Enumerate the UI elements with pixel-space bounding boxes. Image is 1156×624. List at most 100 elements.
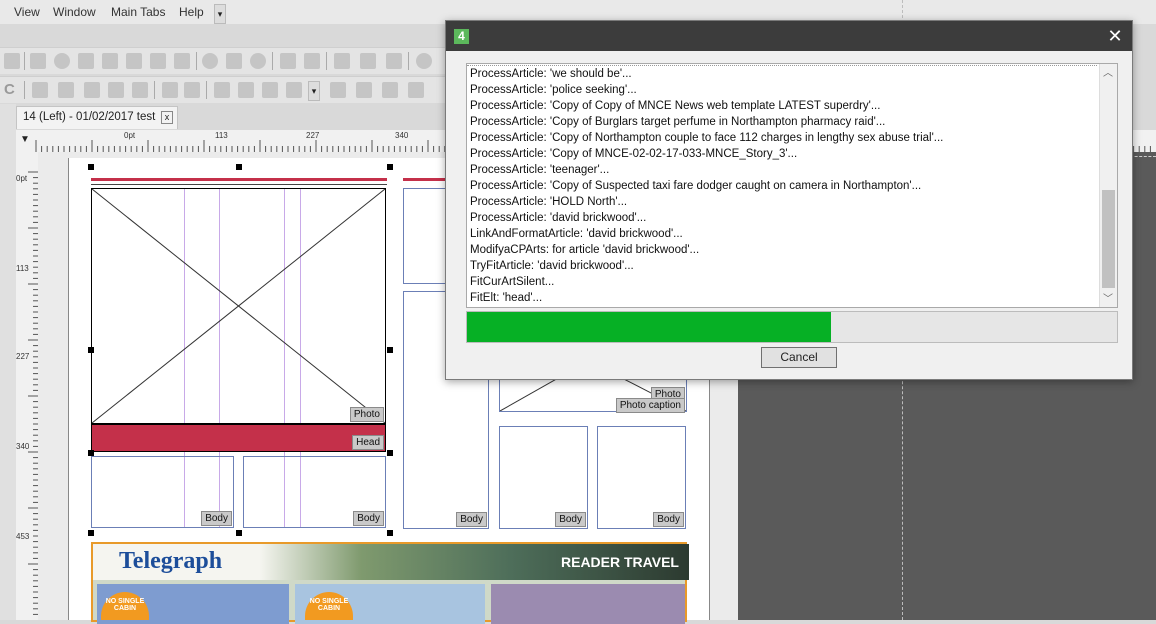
scroll-up-icon[interactable]: ︿ (1103, 64, 1113, 79)
justify-all-icon[interactable] (132, 82, 148, 98)
body-frame[interactable]: Body (243, 456, 386, 528)
body-frame[interactable]: Body (499, 426, 588, 529)
arrow-left-icon[interactable] (360, 53, 376, 69)
vertical-ruler[interactable]: 0pt 113 227 340 453 (16, 152, 39, 620)
justify-icon[interactable] (108, 82, 124, 98)
scroll-down-icon[interactable]: ﹀ (1103, 290, 1113, 305)
globe-alt-icon[interactable] (250, 53, 266, 69)
align-left-icon[interactable] (32, 82, 48, 98)
log-scrollbar[interactable]: ︿ ﹀ (1099, 64, 1117, 307)
menu-window[interactable]: Window (53, 5, 96, 19)
selection-handle[interactable] (387, 450, 393, 456)
body-frame-tag: Body (201, 511, 232, 526)
globe-icon[interactable] (54, 53, 70, 69)
photo-frame[interactable]: Photo (91, 188, 386, 424)
log-listbox[interactable]: ProcessArticle: 'we should be'... Process… (466, 63, 1118, 308)
ruler-label: 0pt (124, 131, 136, 140)
copy-icon[interactable] (126, 53, 142, 69)
body-frame[interactable]: Body (91, 456, 234, 528)
headline-frame[interactable]: Head (91, 424, 386, 452)
log-line: ProcessArticle: 'teenager'... (470, 164, 610, 176)
log-line: LinkAndFormatArticle: 'david brickwood'.… (470, 228, 683, 240)
toolbar-separator (408, 52, 409, 70)
dashed-guide (1130, 156, 1156, 157)
align-right-icon[interactable] (84, 82, 100, 98)
save-icon[interactable] (174, 53, 190, 69)
ruler-ticks (28, 171, 38, 615)
top-thin-rule (91, 184, 387, 185)
document-tab[interactable]: 14 (Left) - 01/02/2017 test x (16, 106, 178, 129)
dialog-titlebar[interactable]: 4 ✕ (446, 21, 1132, 51)
selection-handle[interactable] (387, 530, 393, 536)
toolbar-separator (24, 81, 25, 99)
arrow-right-icon[interactable] (386, 53, 402, 69)
frame-icon[interactable] (4, 53, 20, 69)
app-badge-icon: 4 (454, 29, 469, 44)
menu-main-tabs[interactable]: Main Tabs (111, 5, 165, 19)
user-lock-icon[interactable] (304, 53, 320, 69)
p-icon[interactable] (226, 53, 242, 69)
log-line: ProcessArticle: 'Copy of MNCE-02-02-17-0… (470, 148, 798, 160)
up-icon[interactable] (286, 82, 302, 98)
selection-handle[interactable] (88, 530, 94, 536)
selection-handle[interactable] (88, 164, 94, 170)
export-icon[interactable] (102, 53, 118, 69)
photo-frame-secondary[interactable]: Photo Photo caption (499, 376, 687, 413)
fit-icon[interactable] (262, 82, 278, 98)
ruler-label: 227 (306, 131, 320, 140)
photo-frame-tag: Photo (349, 407, 384, 422)
progress-dialog: 4 ✕ ProcessArticle: 'we should be'... Pro… (445, 20, 1133, 380)
selection-handle[interactable] (88, 450, 94, 456)
paste-icon[interactable] (150, 53, 166, 69)
menu-help[interactable]: Help (179, 5, 204, 19)
refresh-icon[interactable] (202, 53, 218, 69)
panel-icon[interactable] (408, 82, 424, 98)
log-line: ProcessArticle: 'Copy of Burglars target… (470, 116, 886, 128)
prev-icon[interactable] (238, 82, 254, 98)
skype-icon[interactable] (416, 53, 432, 69)
c-icon[interactable]: C (4, 82, 20, 98)
selection-handle[interactable] (236, 164, 242, 170)
image-icon[interactable] (78, 53, 94, 69)
selection-handle[interactable] (236, 530, 242, 536)
menu-overflow-icon[interactable]: ▾ (214, 4, 226, 24)
menu-view[interactable]: View (14, 5, 40, 19)
binoculars-icon[interactable] (30, 53, 46, 69)
dialog-close-button[interactable]: ✕ (1102, 25, 1128, 47)
table-icon[interactable] (330, 82, 346, 98)
unlink-icon[interactable] (184, 82, 200, 98)
log-line: ProcessArticle: 'Copy of Suspected taxi … (470, 180, 922, 192)
cancel-button[interactable]: Cancel (761, 347, 837, 368)
top-rule (91, 178, 387, 181)
layout-icon[interactable] (356, 82, 372, 98)
ruler-label: 0pt (16, 174, 28, 183)
grid-icon[interactable] (382, 82, 398, 98)
progress-bar-fill (467, 312, 831, 342)
selection-handle[interactable] (88, 347, 94, 353)
progress-bar (466, 311, 1118, 343)
log-line: ProcessArticle: 'david brickwood'... (470, 212, 647, 224)
toolbar-separator (24, 52, 25, 70)
user-icon[interactable] (280, 53, 296, 69)
advert-masthead: Telegraph (119, 548, 223, 574)
toolbar-separator (154, 81, 155, 99)
left-panel-strip (0, 104, 16, 620)
log-line: ProcessArticle: 'Copy of Northampton cou… (470, 132, 944, 144)
body-frame-tag: Body (353, 511, 384, 526)
toolbar-separator (272, 52, 273, 70)
ruler-label: 340 (395, 131, 409, 140)
selection-handle[interactable] (387, 347, 393, 353)
reader-travel-advert[interactable]: Telegraph READER TRAVEL NO SINGLE CABIN … (91, 542, 689, 624)
first-icon[interactable] (214, 82, 230, 98)
star-icon[interactable] (334, 53, 350, 69)
scrollbar-thumb[interactable] (1102, 190, 1115, 288)
toolbar-overflow-icon[interactable]: ▾ (308, 81, 320, 101)
advert-banner-title: READER TRAVEL (561, 554, 679, 570)
ruler-label: 113 (215, 131, 228, 140)
align-center-icon[interactable] (58, 82, 74, 98)
document-tab-close-icon[interactable]: x (161, 111, 173, 124)
body-frame[interactable]: Body (597, 426, 686, 529)
selection-handle[interactable] (387, 164, 393, 170)
toolbar-separator (196, 52, 197, 70)
link-icon[interactable] (162, 82, 178, 98)
